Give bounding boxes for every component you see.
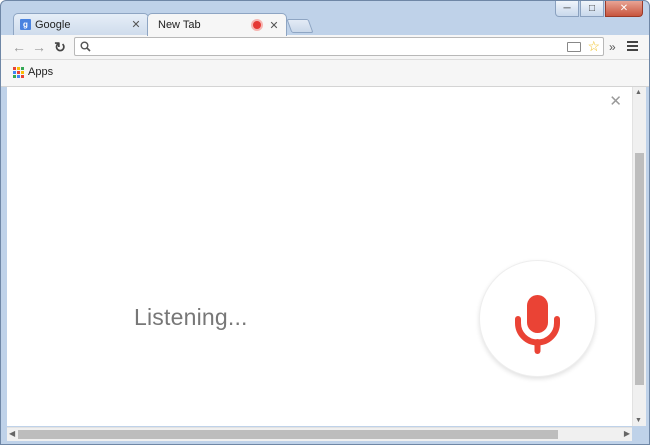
bookmark-star-icon[interactable]: ☆	[587, 38, 600, 55]
tab-title: New Tab	[158, 19, 201, 31]
bookmark-apps[interactable]: Apps	[13, 66, 53, 78]
recording-indicator-icon	[253, 21, 261, 29]
microphone-icon	[515, 295, 560, 354]
tab-google[interactable]: g Google ✕	[13, 13, 149, 35]
scroll-up-arrow-icon[interactable]: ▲	[635, 89, 642, 96]
bookmark-label: Apps	[28, 66, 54, 78]
page-content: ✕ Listening...	[7, 87, 632, 426]
tab-new-tab[interactable]: New Tab ✕	[147, 13, 287, 36]
back-arrow-icon[interactable]: ←	[10, 38, 28, 56]
google-g-icon: g	[20, 19, 31, 30]
new-tab-button[interactable]	[286, 19, 314, 33]
apps-grid-icon	[13, 66, 24, 78]
listening-status: Listening...	[134, 304, 248, 330]
toolbar: ← → ↻ ☆ »	[1, 35, 649, 60]
scroll-left-arrow-icon[interactable]: ◀	[9, 429, 15, 438]
mic-button[interactable]	[479, 260, 596, 377]
browser-window: ─ □ ✕ g Google ✕ New Tab ✕ ← → ↻ ☆ » App…	[0, 0, 650, 445]
scroll-down-arrow-icon[interactable]: ▼	[635, 417, 642, 424]
horizontal-scrollbar[interactable]: ◀ ▶	[7, 427, 632, 441]
horizontal-scroll-thumb[interactable]	[18, 430, 558, 439]
tab-close-icon[interactable]: ✕	[129, 18, 143, 31]
bookmarks-bar: Apps	[1, 60, 649, 87]
cast-icon[interactable]	[567, 42, 581, 52]
extensions-overflow-icon[interactable]: »	[609, 38, 616, 56]
forward-arrow-icon[interactable]: →	[30, 38, 48, 56]
address-bar[interactable]: ☆	[74, 37, 604, 56]
tab-title: Google	[35, 18, 71, 31]
tab-strip: g Google ✕ New Tab ✕	[1, 13, 649, 36]
menu-icon[interactable]	[627, 41, 638, 53]
reload-icon[interactable]: ↻	[51, 38, 69, 56]
vertical-scrollbar[interactable]: ▲ ▼	[632, 87, 646, 426]
vertical-scroll-thumb[interactable]	[635, 153, 644, 385]
search-icon	[80, 41, 91, 52]
scroll-right-arrow-icon[interactable]: ▶	[624, 429, 630, 438]
close-icon[interactable]: ✕	[609, 94, 622, 109]
tab-close-icon[interactable]: ✕	[267, 19, 281, 32]
